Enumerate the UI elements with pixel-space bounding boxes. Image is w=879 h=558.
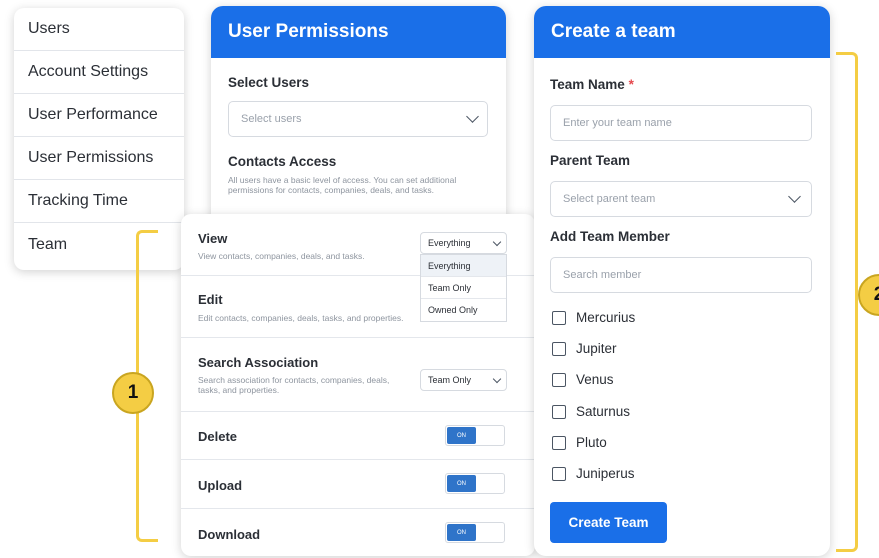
annotation-bracket-right	[836, 52, 858, 552]
upload-toggle[interactable]: ON	[445, 473, 505, 494]
member-checkbox[interactable]	[552, 372, 566, 387]
download-title: Download	[198, 527, 261, 542]
member-checkbox[interactable]	[552, 435, 566, 450]
member-checkbox[interactable]	[552, 310, 566, 325]
select-users-placeholder: Select users	[241, 113, 302, 125]
sidebar-item-user-performance[interactable]: User Performance	[14, 94, 184, 137]
view-scope-dropdown-menu: Everything Team Only Owned Only	[420, 254, 507, 322]
download-toggle[interactable]: ON	[445, 522, 505, 543]
annotation-badge-2: 2	[858, 274, 879, 316]
parent-team-placeholder: Select parent team	[563, 193, 656, 205]
search-association-description: Search association for contacts, compani…	[198, 375, 390, 395]
sidebar-item-user-permissions[interactable]: User Permissions	[14, 137, 184, 180]
team-name-label-text: Team Name	[550, 77, 625, 92]
dropdown-option-everything[interactable]: Everything	[421, 255, 506, 277]
member-item-pluto[interactable]: Pluto	[552, 435, 607, 450]
search-member-input[interactable]: Search member	[550, 257, 812, 293]
permission-row-download: Download ON	[181, 509, 535, 556]
member-item-venus[interactable]: Venus	[552, 372, 614, 387]
member-name: Jupiter	[576, 341, 617, 356]
permission-row-search-association: Search Association Search association fo…	[181, 338, 535, 412]
view-description: View contacts, companies, deals, and tas…	[198, 251, 365, 261]
select-users-label: Select Users	[228, 75, 310, 90]
parent-team-label: Parent Team	[550, 153, 631, 168]
permission-details-panel: View View contacts, companies, deals, an…	[181, 214, 535, 556]
parent-team-select[interactable]: Select parent team	[550, 181, 812, 217]
search-association-value: Team Only	[428, 375, 472, 385]
member-name: Juniperus	[576, 466, 635, 481]
sidebar-item-tracking-time[interactable]: Tracking Time	[14, 180, 184, 223]
member-name: Mercurius	[576, 310, 636, 325]
edit-description: Edit contacts, companies, deals, tasks, …	[198, 313, 404, 323]
member-item-saturnus[interactable]: Saturnus	[552, 404, 630, 419]
permission-row-delete: Delete ON	[181, 412, 535, 460]
contacts-access-description: All users have a basic level of access. …	[228, 175, 457, 195]
sidebar-item-users[interactable]: Users	[14, 8, 184, 51]
member-name: Saturnus	[576, 404, 631, 419]
upload-toggle-on: ON	[447, 475, 476, 492]
select-users-dropdown[interactable]: Select users	[228, 101, 488, 137]
edit-title: Edit	[198, 292, 223, 307]
search-association-title: Search Association	[198, 355, 319, 370]
download-toggle-on: ON	[447, 524, 476, 541]
create-team-button[interactable]: Create Team	[550, 502, 667, 543]
contacts-access-label: Contacts Access	[228, 154, 337, 169]
chevron-down-icon	[788, 190, 801, 203]
create-team-title: Create a team	[534, 6, 830, 58]
chevron-down-icon	[492, 374, 502, 383]
user-permissions-card: User Permissions Select Users Select use…	[211, 6, 506, 236]
dropdown-option-team-only[interactable]: Team Only	[421, 277, 506, 299]
required-mark: *	[628, 77, 634, 92]
view-scope-value: Everything	[428, 238, 471, 248]
member-checkbox[interactable]	[552, 404, 566, 419]
add-team-member-label: Add Team Member	[550, 229, 670, 244]
create-team-card: Create a team Team Name * Enter your tea…	[534, 6, 830, 556]
permission-row-upload: Upload ON	[181, 460, 535, 509]
view-scope-select[interactable]: Everything	[420, 232, 507, 254]
member-item-mercurius[interactable]: Mercurius	[552, 310, 635, 325]
member-item-juniperus[interactable]: Juniperus	[552, 466, 635, 481]
delete-toggle[interactable]: ON	[445, 425, 505, 446]
sidebar-item-team[interactable]: Team	[14, 223, 184, 266]
team-name-label: Team Name *	[550, 77, 634, 92]
annotation-badge-1: 1	[112, 372, 154, 414]
search-association-select[interactable]: Team Only	[420, 369, 507, 391]
dropdown-option-owned-only[interactable]: Owned Only	[421, 299, 506, 321]
delete-toggle-on: ON	[447, 427, 476, 444]
member-item-jupiter[interactable]: Jupiter	[552, 341, 617, 356]
team-name-input[interactable]: Enter your team name	[550, 105, 812, 141]
view-title: View	[198, 231, 228, 246]
member-checkbox[interactable]	[552, 341, 566, 356]
member-checkbox[interactable]	[552, 466, 566, 481]
delete-title: Delete	[198, 429, 238, 444]
member-name: Venus	[576, 372, 614, 387]
search-member-placeholder: Search member	[563, 269, 642, 281]
chevron-down-icon	[466, 110, 479, 123]
sidebar-item-account-settings[interactable]: Account Settings	[14, 51, 184, 94]
upload-title: Upload	[198, 478, 243, 493]
chevron-down-icon	[492, 237, 502, 246]
team-name-placeholder: Enter your team name	[563, 117, 672, 129]
user-permissions-title: User Permissions	[211, 6, 506, 58]
settings-sidebar: Users Account Settings User Performance …	[14, 8, 184, 270]
member-name: Pluto	[576, 435, 607, 450]
